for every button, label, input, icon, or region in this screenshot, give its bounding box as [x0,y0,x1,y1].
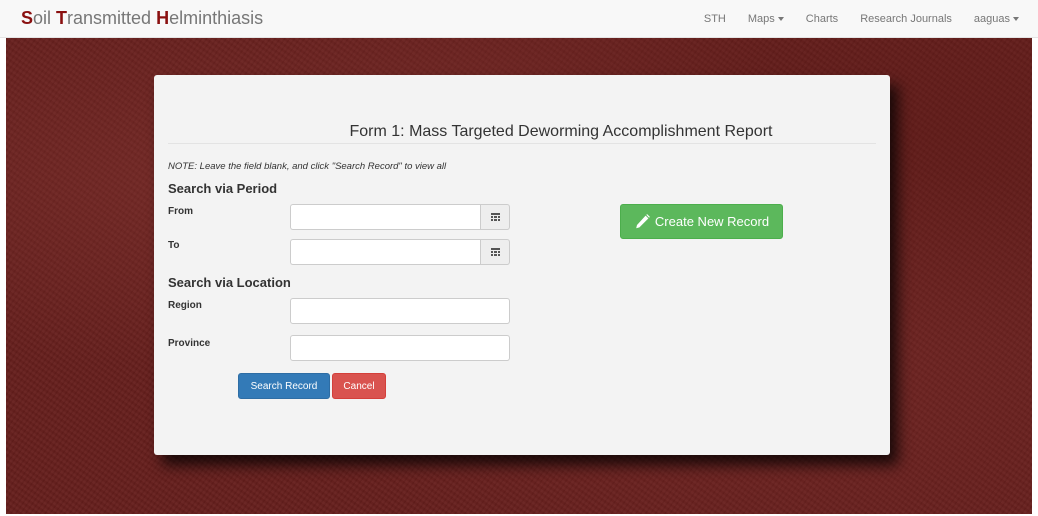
brand-word-rest: oil [33,8,57,28]
search-record-button[interactable]: Search Record [238,373,330,399]
top-navbar: Soil Transmitted Helminthiasis STH Maps … [0,0,1038,38]
nav-dropdown-user[interactable]: aaguas [963,13,1030,25]
caret-down-icon [1013,17,1019,21]
calendar-icon [490,213,500,221]
nav-dropdown-maps-label: Maps [747,13,775,25]
brand-initial: S [21,8,34,28]
nav-link-research-journals[interactable]: Research Journals [849,13,963,25]
create-new-record-button[interactable]: Create New Record [620,204,783,239]
brand-word-rest: elminthiasis [169,8,264,28]
pencil-icon [636,213,650,228]
location-section-heading: Search via Location [168,275,291,290]
form-title: Form 1: Mass Targeted Deworming Accompli… [349,123,773,140]
calendar-icon [490,248,500,256]
to-date-input[interactable] [290,239,480,265]
form-note: NOTE: Leave the field blank, and click "… [168,161,447,172]
form-card: Form 1: Mass Targeted Deworming Accompli… [154,75,890,455]
province-label: Province [168,338,211,349]
caret-down-icon [777,17,784,21]
from-date-group [290,204,510,230]
region-input[interactable] [290,298,510,324]
brand-word-rest: ransmitted [67,8,157,28]
nav-link-sth-label: STH [703,13,726,25]
to-date-group [290,239,510,265]
nav-menu: STH Maps Charts Research Journals aaguas [693,0,1030,38]
nav-dropdown-user-label: aaguas [973,13,1010,25]
to-label: To [168,240,180,251]
brand-initial: H [156,8,170,28]
from-date-input[interactable] [290,204,480,230]
cancel-button[interactable]: Cancel [332,373,386,399]
region-label: Region [168,300,202,311]
brand-initial: T [56,8,68,28]
search-record-button-label: Search Record [250,380,318,392]
nav-link-sth[interactable]: STH [693,13,737,25]
create-new-record-button-label: Create New Record [654,214,770,229]
cancel-button-label: Cancel [343,380,375,392]
title-divider [168,143,876,144]
from-calendar-button[interactable] [480,204,510,230]
to-calendar-button[interactable] [480,239,510,265]
from-label: From [168,206,193,217]
nav-dropdown-maps[interactable]: Maps [737,13,795,25]
nav-link-charts[interactable]: Charts [795,13,849,25]
period-section-heading: Search via Period [168,181,278,196]
province-input[interactable] [290,335,510,361]
nav-link-charts-label: Charts [805,13,839,25]
nav-link-research-journals-label: Research Journals [860,13,952,25]
brand-title[interactable]: Soil Transmitted Helminthiasis [21,8,263,29]
